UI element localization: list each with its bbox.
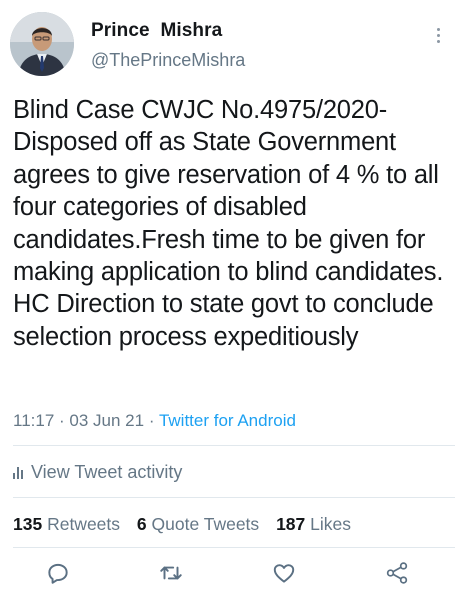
like-icon[interactable] xyxy=(271,560,297,586)
view-tweet-activity-link[interactable]: View Tweet activity xyxy=(13,462,182,483)
share-icon[interactable] xyxy=(384,560,410,586)
avatar[interactable] xyxy=(10,12,74,76)
quote-tweets-stat[interactable]: 6 Quote Tweets xyxy=(137,514,264,534)
retweet-icon[interactable] xyxy=(158,560,184,586)
divider xyxy=(13,445,455,446)
retweets-count: 135 xyxy=(13,514,43,534)
view-tweet-activity-label: View Tweet activity xyxy=(31,462,183,482)
tweet-actions-bar xyxy=(0,560,455,588)
quote-tweets-count: 6 xyxy=(136,514,147,534)
tweet-source-link[interactable]: Twitter for Android xyxy=(159,411,296,430)
likes-stat[interactable]: 187 Likes xyxy=(276,514,351,534)
tweet-stats: 135 Retweets 6 Quote Tweets 187 Likes xyxy=(13,514,363,535)
likes-label: Likes xyxy=(310,514,351,534)
divider xyxy=(13,547,455,548)
bar-chart-icon xyxy=(13,466,23,479)
tweet-detail: Prince Mishra @ThePrinceMishra Blind Cas… xyxy=(0,0,455,600)
meta-separator: · xyxy=(148,411,155,430)
quote-tweets-label: Quote Tweets xyxy=(151,514,260,534)
meta-separator: · xyxy=(59,411,65,430)
tweet-time: 11:17 xyxy=(13,411,55,430)
reply-icon[interactable] xyxy=(45,560,71,586)
likes-count: 187 xyxy=(276,514,306,534)
tweet-text: Blind Case CWJC No.4975/2020- Disposed o… xyxy=(13,96,444,351)
author-name[interactable]: Prince Mishra xyxy=(91,20,222,42)
avatar-photo xyxy=(10,12,74,76)
divider xyxy=(13,497,455,498)
retweets-label: Retweets xyxy=(47,514,121,534)
more-options-icon[interactable] xyxy=(429,22,447,48)
author-handle[interactable]: @ThePrinceMishra xyxy=(91,50,245,71)
retweets-stat[interactable]: 135 Retweets xyxy=(13,514,125,534)
tweet-meta: 11:17 · 03 Jun 21 · Twitter for Android xyxy=(13,411,296,431)
tweet-date: 03 Jun 21 xyxy=(69,411,145,430)
